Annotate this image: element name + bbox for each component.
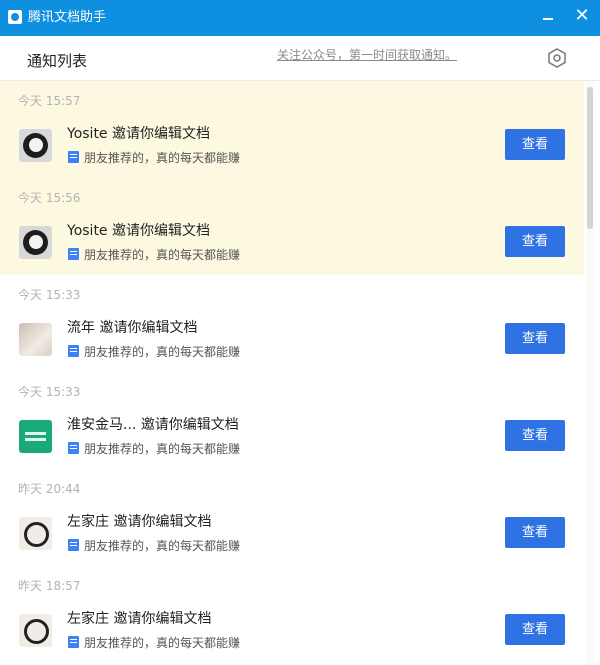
document-icon: [68, 151, 79, 163]
title-bar: 腾讯文档助手 ✕: [0, 0, 600, 36]
notification-time: 昨天 20:44: [18, 482, 81, 496]
notification-action: 邀请你编辑文档: [113, 611, 212, 627]
notification-action: 邀请你编辑文档: [112, 126, 210, 142]
notification-time: 昨天 18:57: [18, 579, 81, 593]
notification-title: 左家庄 邀请你编辑文档: [67, 608, 211, 628]
view-button[interactable]: 查看: [505, 420, 565, 451]
view-button[interactable]: 查看: [505, 614, 565, 645]
notification-action: 邀请你编辑文档: [140, 417, 239, 433]
document-icon: [68, 636, 79, 648]
tencent-docs-icon: [8, 10, 22, 24]
sender-name: 流年: [67, 320, 95, 336]
window-title: 腾讯文档助手: [28, 10, 107, 25]
notification-action: 邀请你编辑文档: [112, 223, 210, 239]
doc-title: 朋友推荐的，真的每天都能赚: [84, 248, 241, 262]
sender-name: 淮安金马...: [67, 417, 137, 433]
doc-title: 朋友推荐的，真的每天都能赚: [84, 442, 241, 456]
notification-time: 今天 15:33: [18, 288, 81, 302]
notification-item: 今天 15:33 淮安金马... 邀请你编辑文档 朋友推荐的，真的每天都能赚 查…: [0, 372, 584, 469]
notification-time: 今天 15:57: [18, 94, 81, 108]
notification-action: 邀请你编辑文档: [113, 514, 212, 530]
notification-title: 左家庄 邀请你编辑文档: [67, 511, 211, 531]
sender-name: 左家庄: [67, 514, 109, 530]
notification-list: 今天 15:57 Yosite 邀请你编辑文档 朋友推荐的，真的每天都能赚 查看…: [0, 81, 584, 665]
notification-action: 邀请你编辑文档: [99, 320, 198, 336]
page-title: 通知列表: [27, 52, 88, 70]
view-button[interactable]: 查看: [505, 226, 565, 257]
doc-line: 朋友推荐的，真的每天都能赚: [68, 440, 240, 457]
view-button[interactable]: 查看: [505, 129, 565, 160]
doc-title: 朋友推荐的，真的每天都能赚: [84, 151, 241, 165]
doc-title: 朋友推荐的，真的每天都能赚: [84, 539, 241, 553]
notification-time: 今天 15:33: [18, 385, 81, 399]
notification-title: Yosite 邀请你编辑文档: [67, 220, 210, 240]
notification-time: 今天 15:56: [18, 191, 81, 205]
document-icon: [68, 345, 79, 357]
doc-line: 朋友推荐的，真的每天都能赚: [68, 537, 240, 554]
notification-title: Yosite 邀请你编辑文档: [67, 123, 210, 143]
notification-item: 昨天 20:44 左家庄 邀请你编辑文档 朋友推荐的，真的每天都能赚 查看: [0, 469, 584, 566]
view-button[interactable]: 查看: [505, 323, 565, 354]
circle-avatar: [19, 614, 52, 647]
document-icon: [68, 539, 79, 551]
sender-name: 左家庄: [67, 611, 109, 627]
doc-line: 朋友推荐的，真的每天都能赚: [68, 246, 240, 263]
notification-item: 今天 15:57 Yosite 邀请你编辑文档 朋友推荐的，真的每天都能赚 查看: [0, 81, 584, 178]
circle-avatar: [19, 517, 52, 550]
notification-title: 流年 邀请你编辑文档: [67, 317, 197, 337]
panda-avatar: [19, 129, 52, 162]
close-icon[interactable]: ✕: [573, 7, 591, 25]
notification-item: 昨天 18:57 左家庄 邀请你编辑文档 朋友推荐的，真的每天都能赚 查看: [0, 566, 584, 663]
notification-header: 通知列表 关注公众号，第一时间获取通知。: [0, 36, 600, 81]
notification-item: 今天 15:33 流年 邀请你编辑文档 朋友推荐的，真的每天都能赚 查看: [0, 275, 584, 372]
sender-name: Yosite: [67, 126, 108, 142]
doc-line: 朋友推荐的，真的每天都能赚: [68, 634, 240, 651]
document-icon: [68, 248, 79, 260]
green-avatar: [19, 420, 52, 453]
doc-title: 朋友推荐的，真的每天都能赚: [84, 636, 241, 650]
notification-item: 今天 15:56 Yosite 邀请你编辑文档 朋友推荐的，真的每天都能赚 查看: [0, 178, 584, 275]
notification-title: 淮安金马... 邀请你编辑文档: [67, 414, 239, 434]
paper-avatar: [19, 323, 52, 356]
doc-title: 朋友推荐的，真的每天都能赚: [84, 345, 241, 359]
doc-line: 朋友推荐的，真的每天都能赚: [68, 343, 240, 360]
settings-hexagon-icon[interactable]: [546, 47, 568, 69]
doc-line: 朋友推荐的，真的每天都能赚: [68, 149, 240, 166]
document-icon: [68, 442, 79, 454]
scrollbar-thumb[interactable]: [587, 87, 593, 229]
view-button[interactable]: 查看: [505, 517, 565, 548]
minimize-icon[interactable]: [539, 7, 557, 25]
panda-avatar: [19, 226, 52, 259]
follow-account-link[interactable]: 关注公众号，第一时间获取通知。: [277, 46, 457, 63]
sender-name: Yosite: [67, 223, 108, 239]
